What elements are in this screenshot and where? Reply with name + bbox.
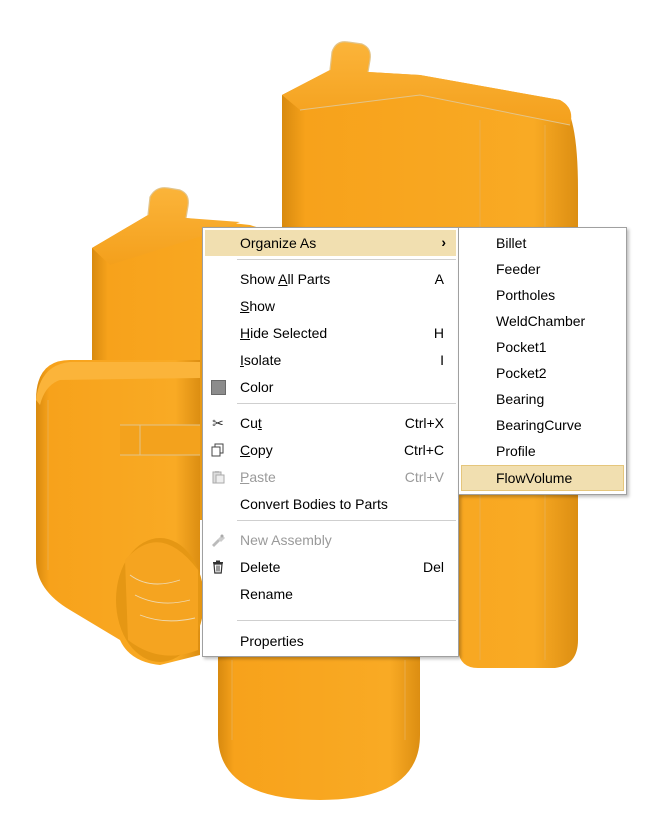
menu-item-show-all-parts[interactable]: Show All Parts A: [205, 266, 456, 292]
menu-item-color[interactable]: Color: [205, 374, 456, 400]
accelerator-key: S: [240, 298, 250, 314]
submenu-item-portholes[interactable]: Portholes: [461, 282, 624, 308]
menu-item-new-assembly[interactable]: New Assembly: [205, 527, 456, 553]
new-assembly-label: New Assembly: [240, 532, 332, 548]
menu-item-show[interactable]: Show: [205, 293, 456, 319]
label-part: aste: [249, 469, 276, 485]
shortcut-hide-selected: H: [433, 325, 444, 341]
properties-label: Properties: [240, 633, 304, 649]
delete-label: Delete: [240, 559, 281, 575]
organize-as-label: Organize As: [240, 235, 317, 251]
submenu-label: WeldChamber: [496, 313, 586, 329]
accelerator-key: P: [240, 469, 250, 485]
submenu-item-pocket2[interactable]: Pocket2: [461, 360, 624, 386]
menu-item-isolate[interactable]: Isolate I: [205, 347, 456, 373]
menu-separator: [237, 403, 456, 404]
menu-item-hide-selected[interactable]: Hide Selected H: [205, 320, 456, 346]
submenu-item-billet[interactable]: Billet: [461, 230, 624, 256]
label-part: solate: [243, 352, 282, 368]
label-part: Show: [240, 271, 279, 287]
shortcut-cut: Ctrl+X: [404, 415, 444, 431]
trash-icon: [209, 558, 227, 576]
submenu-label: Feeder: [496, 261, 541, 277]
submenu-label: Portholes: [496, 287, 556, 303]
label-part: Cu: [240, 415, 258, 431]
submenu-label: Pocket2: [496, 365, 547, 381]
menu-item-delete[interactable]: Delete Del: [205, 554, 456, 580]
submenu-label: FlowVolume: [496, 470, 573, 486]
submenu-label: Bearing: [496, 391, 545, 407]
context-menu: Organize As › Show All Parts A Show Hide…: [202, 227, 459, 657]
menu-item-organize-as[interactable]: Organize As ›: [205, 230, 456, 256]
submenu-label: Profile: [496, 443, 536, 459]
submenu-label: Billet: [496, 235, 527, 251]
submenu-item-profile[interactable]: Profile: [461, 438, 624, 464]
accelerator-key: H: [240, 325, 251, 341]
menu-item-copy[interactable]: Copy Ctrl+C: [205, 437, 456, 463]
new-assembly-icon: [209, 531, 227, 549]
submenu-item-bearingcurve[interactable]: BearingCurve: [461, 412, 624, 438]
shortcut-isolate: I: [440, 352, 444, 368]
shortcut-delete: Del: [422, 559, 444, 575]
menu-separator: [237, 620, 456, 621]
submenu-item-flowvolume[interactable]: FlowVolume: [461, 465, 624, 491]
part-bottom-cylinder[interactable]: [218, 650, 420, 800]
shortcut-paste: Ctrl+V: [404, 469, 444, 485]
part-front-block[interactable]: [36, 360, 204, 665]
accelerator-key: t: [257, 415, 262, 431]
menu-separator: [237, 259, 456, 260]
shortcut-copy: Ctrl+C: [403, 442, 444, 458]
submenu-item-weldchamber[interactable]: WeldChamber: [461, 308, 624, 334]
menu-item-cut[interactable]: ✂ Cut Ctrl+X: [205, 410, 456, 436]
rename-label: Rename: [240, 586, 293, 602]
submenu-label: BearingCurve: [496, 417, 582, 433]
menu-item-convert-bodies[interactable]: Convert Bodies to Parts: [205, 491, 456, 517]
color-swatch-icon: [209, 378, 227, 396]
clipboard-icon: [209, 468, 227, 486]
accelerator-key: C: [240, 442, 251, 458]
copy-icon: [209, 441, 227, 459]
label-part: ide Selected: [250, 325, 328, 341]
submenu-item-feeder[interactable]: Feeder: [461, 256, 624, 282]
menu-item-rename[interactable]: Rename: [205, 581, 456, 607]
menu-item-paste[interactable]: Paste Ctrl+V: [205, 464, 456, 490]
organize-as-submenu: Billet Feeder Portholes WeldChamber Pock…: [458, 227, 627, 495]
submenu-item-bearing[interactable]: Bearing: [461, 386, 624, 412]
menu-item-properties[interactable]: Properties: [205, 628, 456, 654]
submenu-label: Pocket1: [496, 339, 547, 355]
convert-bodies-label: Convert Bodies to Parts: [240, 496, 388, 512]
color-label: Color: [240, 379, 274, 395]
chevron-right-icon: ›: [441, 234, 446, 250]
label-part: opy: [250, 442, 273, 458]
label-part: ll Parts: [287, 271, 331, 287]
scissors-icon: ✂: [212, 414, 224, 431]
shortcut-show-all-parts: A: [434, 271, 444, 287]
menu-separator: [237, 520, 456, 521]
submenu-item-pocket1[interactable]: Pocket1: [461, 334, 624, 360]
label-part: how: [249, 298, 276, 314]
